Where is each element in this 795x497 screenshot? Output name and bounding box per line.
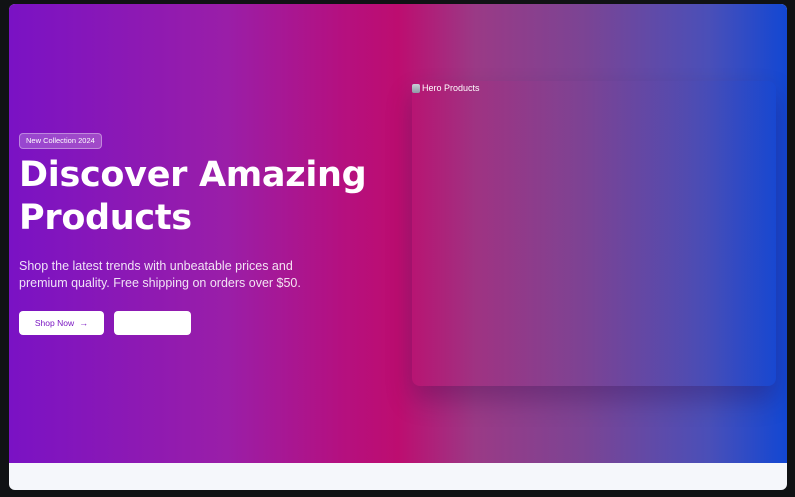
shop-now-button[interactable]: Shop Now → [19,311,104,335]
hero-section: New Collection 2024 Discover Amazing Pro… [9,4,787,463]
hero-subtitle: Shop the latest trends with unbeatable p… [19,259,301,290]
hero-products-image: Hero Products [412,83,480,93]
shop-now-label: Shop Now [34,318,75,328]
hero-image-card: Hero Products [412,81,776,386]
hero-title: Discover Amazing Products [19,155,367,238]
browser-viewport: New Collection 2024 Discover Amazing Pro… [9,4,787,490]
broken-image-icon [412,83,420,93]
hero-image-alt-text: Hero Products [422,83,480,93]
secondary-button[interactable] [114,311,191,335]
arrow-right-icon: → [79,317,89,328]
new-collection-badge: New Collection 2024 [19,133,102,149]
